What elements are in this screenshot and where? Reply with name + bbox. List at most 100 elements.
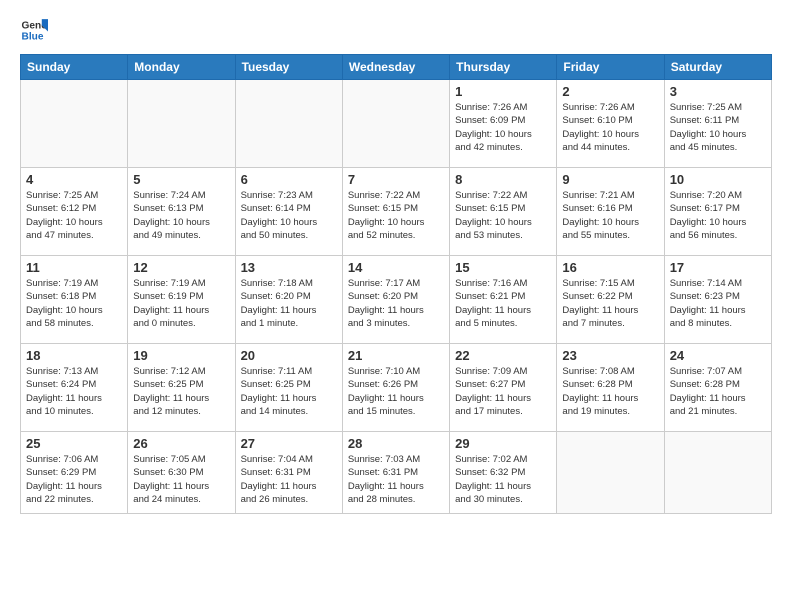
day-cell: 14 Sunrise: 7:17 AMSunset: 6:20 PMDayligh… (342, 256, 449, 344)
day-number: 7 (348, 172, 444, 187)
day-cell: 26 Sunrise: 7:05 AMSunset: 6:30 PMDayligh… (128, 432, 235, 514)
day-number: 13 (241, 260, 337, 275)
day-cell: 5 Sunrise: 7:24 AMSunset: 6:13 PMDaylight… (128, 168, 235, 256)
day-cell: 19 Sunrise: 7:12 AMSunset: 6:25 PMDayligh… (128, 344, 235, 432)
day-number: 5 (133, 172, 229, 187)
day-info: Sunrise: 7:21 AMSunset: 6:16 PMDaylight:… (562, 189, 658, 242)
day-cell: 4 Sunrise: 7:25 AMSunset: 6:12 PMDaylight… (21, 168, 128, 256)
day-cell: 25Sunrise: 7:06 AMSunset: 6:29 PMDayligh… (21, 432, 128, 514)
day-cell (235, 80, 342, 168)
col-header-friday: Friday (557, 55, 664, 80)
day-info: Sunrise: 7:15 AMSunset: 6:22 PMDaylight:… (562, 277, 658, 330)
day-cell: 8 Sunrise: 7:22 AMSunset: 6:15 PMDaylight… (450, 168, 557, 256)
day-info: Sunrise: 7:19 AMSunset: 6:18 PMDaylight:… (26, 277, 122, 330)
day-info: Sunrise: 7:25 AMSunset: 6:11 PMDaylight:… (670, 101, 766, 154)
day-number: 3 (670, 84, 766, 99)
day-info: Sunrise: 7:09 AMSunset: 6:27 PMDaylight:… (455, 365, 551, 418)
day-number: 14 (348, 260, 444, 275)
day-number: 9 (562, 172, 658, 187)
day-cell: 17 Sunrise: 7:14 AMSunset: 6:23 PMDayligh… (664, 256, 771, 344)
day-info: Sunrise: 7:18 AMSunset: 6:20 PMDaylight:… (241, 277, 337, 330)
day-cell: 20 Sunrise: 7:11 AMSunset: 6:25 PMDayligh… (235, 344, 342, 432)
day-info: Sunrise: 7:12 AMSunset: 6:25 PMDaylight:… (133, 365, 229, 418)
day-cell (128, 80, 235, 168)
day-number: 28 (348, 436, 444, 451)
day-cell: 11 Sunrise: 7:19 AMSunset: 6:18 PMDayligh… (21, 256, 128, 344)
day-cell (664, 432, 771, 514)
day-info: Sunrise: 7:08 AMSunset: 6:28 PMDaylight:… (562, 365, 658, 418)
day-number: 8 (455, 172, 551, 187)
day-info: Sunrise: 7:26 AMSunset: 6:10 PMDaylight:… (562, 101, 658, 154)
col-header-tuesday: Tuesday (235, 55, 342, 80)
day-cell: 28 Sunrise: 7:03 AMSunset: 6:31 PMDayligh… (342, 432, 449, 514)
svg-text:Blue: Blue (22, 31, 44, 42)
day-cell: 2 Sunrise: 7:26 AMSunset: 6:10 PMDaylight… (557, 80, 664, 168)
day-info: Sunrise: 7:17 AMSunset: 6:20 PMDaylight:… (348, 277, 444, 330)
day-cell: 18 Sunrise: 7:13 AMSunset: 6:24 PMDayligh… (21, 344, 128, 432)
day-number: 21 (348, 348, 444, 363)
day-number: 18 (26, 348, 122, 363)
day-number: 11 (26, 260, 122, 275)
col-header-saturday: Saturday (664, 55, 771, 80)
day-number: 24 (670, 348, 766, 363)
day-number: 2 (562, 84, 658, 99)
day-info: Sunrise: 7:20 AMSunset: 6:17 PMDaylight:… (670, 189, 766, 242)
day-cell: 16 Sunrise: 7:15 AMSunset: 6:22 PMDayligh… (557, 256, 664, 344)
day-info: Sunrise: 7:02 AMSunset: 6:32 PMDaylight:… (455, 453, 551, 506)
col-header-monday: Monday (128, 55, 235, 80)
day-number: 16 (562, 260, 658, 275)
day-cell: 15 Sunrise: 7:16 AMSunset: 6:21 PMDayligh… (450, 256, 557, 344)
day-info: Sunrise: 7:07 AMSunset: 6:28 PMDaylight:… (670, 365, 766, 418)
day-info: Sunrise: 7:14 AMSunset: 6:23 PMDaylight:… (670, 277, 766, 330)
day-info: Sunrise: 7:05 AMSunset: 6:30 PMDaylight:… (133, 453, 229, 506)
day-info: Sunrise: 7:13 AMSunset: 6:24 PMDaylight:… (26, 365, 122, 418)
page-header: General Blue (20, 16, 772, 44)
day-info: Sunrise: 7:22 AMSunset: 6:15 PMDaylight:… (348, 189, 444, 242)
day-number: 19 (133, 348, 229, 363)
day-info: Sunrise: 7:16 AMSunset: 6:21 PMDaylight:… (455, 277, 551, 330)
day-number: 29 (455, 436, 551, 451)
day-cell: 24 Sunrise: 7:07 AMSunset: 6:28 PMDayligh… (664, 344, 771, 432)
logo: General Blue (20, 16, 48, 44)
day-info: Sunrise: 7:04 AMSunset: 6:31 PMDaylight:… (241, 453, 337, 506)
day-number: 26 (133, 436, 229, 451)
day-number: 6 (241, 172, 337, 187)
day-cell: 3 Sunrise: 7:25 AMSunset: 6:11 PMDaylight… (664, 80, 771, 168)
day-cell: 10 Sunrise: 7:20 AMSunset: 6:17 PMDayligh… (664, 168, 771, 256)
day-number: 12 (133, 260, 229, 275)
day-cell: 13 Sunrise: 7:18 AMSunset: 6:20 PMDayligh… (235, 256, 342, 344)
day-number: 15 (455, 260, 551, 275)
day-info: Sunrise: 7:24 AMSunset: 6:13 PMDaylight:… (133, 189, 229, 242)
day-number: 27 (241, 436, 337, 451)
day-info: Sunrise: 7:10 AMSunset: 6:26 PMDaylight:… (348, 365, 444, 418)
day-number: 10 (670, 172, 766, 187)
col-header-sunday: Sunday (21, 55, 128, 80)
day-info: Sunrise: 7:03 AMSunset: 6:31 PMDaylight:… (348, 453, 444, 506)
day-info: Sunrise: 7:19 AMSunset: 6:19 PMDaylight:… (133, 277, 229, 330)
logo-icon: General Blue (20, 16, 48, 44)
day-info: Sunrise: 7:06 AMSunset: 6:29 PMDaylight:… (26, 453, 122, 506)
day-cell (557, 432, 664, 514)
day-number: 4 (26, 172, 122, 187)
day-info: Sunrise: 7:11 AMSunset: 6:25 PMDaylight:… (241, 365, 337, 418)
day-cell: 12 Sunrise: 7:19 AMSunset: 6:19 PMDayligh… (128, 256, 235, 344)
col-header-thursday: Thursday (450, 55, 557, 80)
day-info: Sunrise: 7:23 AMSunset: 6:14 PMDaylight:… (241, 189, 337, 242)
day-number: 1 (455, 84, 551, 99)
day-cell: 22 Sunrise: 7:09 AMSunset: 6:27 PMDayligh… (450, 344, 557, 432)
day-cell: 9 Sunrise: 7:21 AMSunset: 6:16 PMDaylight… (557, 168, 664, 256)
day-info: Sunrise: 7:25 AMSunset: 6:12 PMDaylight:… (26, 189, 122, 242)
day-cell: 29 Sunrise: 7:02 AMSunset: 6:32 PMDayligh… (450, 432, 557, 514)
day-cell (342, 80, 449, 168)
day-cell: 23 Sunrise: 7:08 AMSunset: 6:28 PMDayligh… (557, 344, 664, 432)
day-number: 22 (455, 348, 551, 363)
day-cell: 6 Sunrise: 7:23 AMSunset: 6:14 PMDaylight… (235, 168, 342, 256)
day-cell: 7 Sunrise: 7:22 AMSunset: 6:15 PMDaylight… (342, 168, 449, 256)
day-number: 17 (670, 260, 766, 275)
calendar-table: SundayMondayTuesdayWednesdayThursdayFrid… (20, 54, 772, 514)
day-cell: 21 Sunrise: 7:10 AMSunset: 6:26 PMDayligh… (342, 344, 449, 432)
day-info: Sunrise: 7:22 AMSunset: 6:15 PMDaylight:… (455, 189, 551, 242)
day-number: 23 (562, 348, 658, 363)
day-cell: 27 Sunrise: 7:04 AMSunset: 6:31 PMDayligh… (235, 432, 342, 514)
day-number: 20 (241, 348, 337, 363)
